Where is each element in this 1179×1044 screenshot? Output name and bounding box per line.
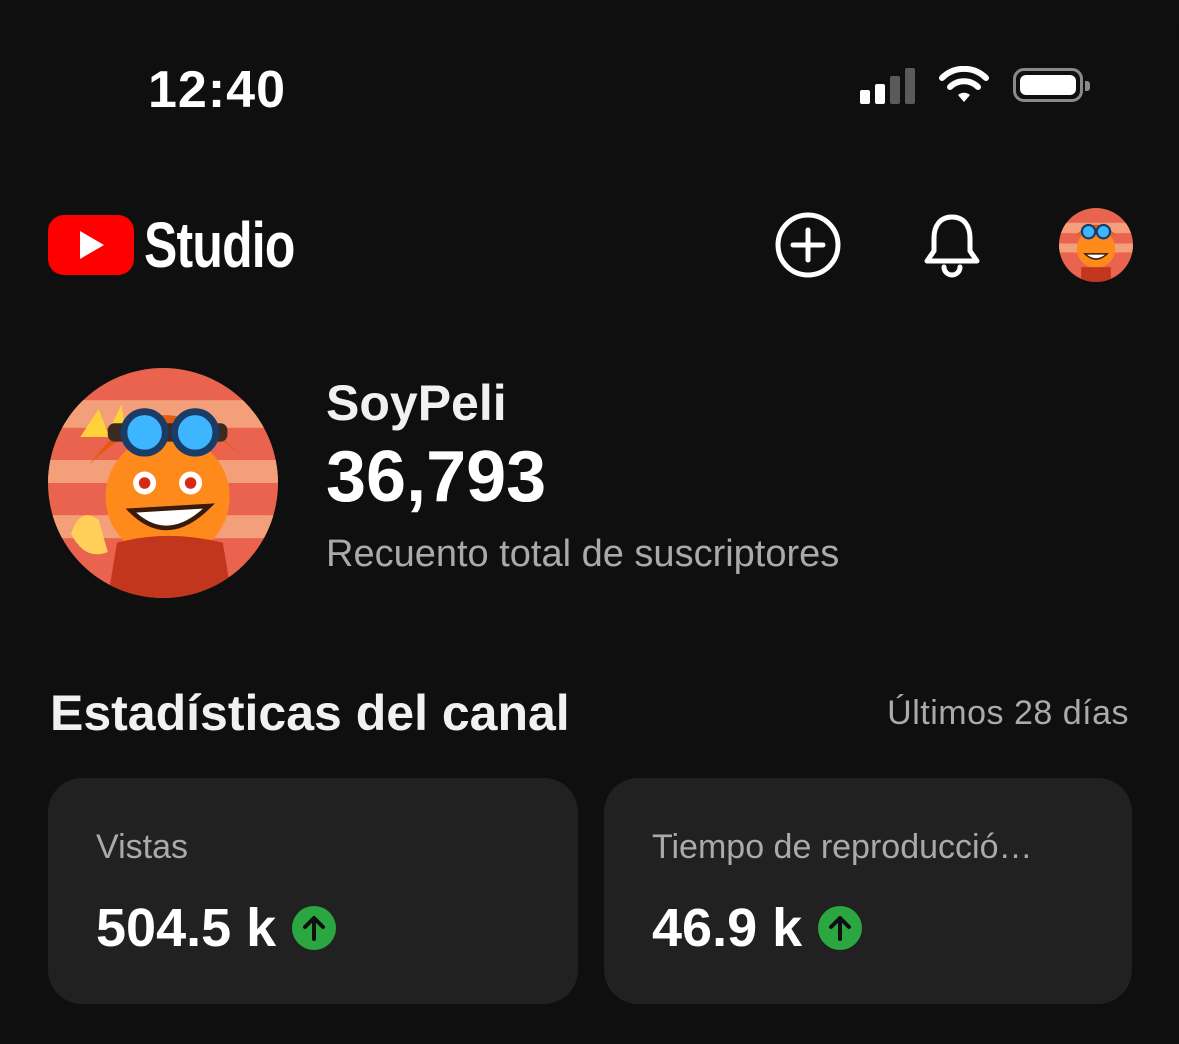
stat-card-value-row: 46.9 k	[652, 897, 1084, 959]
channel-name: SoyPeli	[326, 375, 507, 431]
status-icons	[860, 66, 1090, 104]
stat-card-watch-time[interactable]: Tiempo de reproducció… 46.9 k	[604, 778, 1132, 1004]
subscriber-count: 36,793	[326, 437, 547, 517]
cellular-signal-icon	[860, 66, 915, 104]
stat-card-value-row: 504.5 k	[96, 897, 530, 959]
channel-avatar[interactable]	[48, 368, 278, 598]
create-button[interactable]	[771, 208, 845, 282]
logo-text: Studio	[144, 209, 295, 281]
battery-icon	[1013, 68, 1090, 102]
arrow-up-icon	[292, 906, 337, 950]
arrow-up-icon	[818, 906, 863, 950]
app-screen: 12:40 Studio SoyPeli 36,793 Recuento tot…	[0, 0, 1179, 1044]
stats-date-range[interactable]: Últimos 28 días	[887, 694, 1129, 733]
notifications-bell-icon	[924, 214, 980, 278]
stats-section-title: Estadísticas del canal	[50, 685, 570, 741]
youtube-play-icon	[48, 215, 134, 275]
channel-avatar-wrap	[48, 368, 278, 598]
notifications-button[interactable]	[915, 208, 989, 282]
wifi-icon	[939, 66, 989, 102]
subscriber-label: Recuento total de suscriptores	[326, 533, 840, 576]
stat-card-label: Tiempo de reproducció…	[652, 828, 1033, 866]
create-plus-icon	[775, 212, 841, 278]
account-avatar[interactable]	[1059, 208, 1133, 282]
channel-info: SoyPeli 36,793 Recuento total de suscrip…	[326, 374, 839, 576]
app-header: Studio	[48, 205, 1133, 285]
studio-logo[interactable]: Studio	[48, 208, 337, 282]
header-actions	[771, 208, 1133, 282]
stat-card-value: 504.5 k	[96, 898, 277, 958]
status-time: 12:40	[148, 61, 286, 119]
stat-card-views[interactable]: Vistas 504.5 k	[48, 778, 578, 1004]
stat-card-label: Vistas	[96, 828, 188, 866]
stat-card-value: 46.9 k	[652, 898, 803, 958]
